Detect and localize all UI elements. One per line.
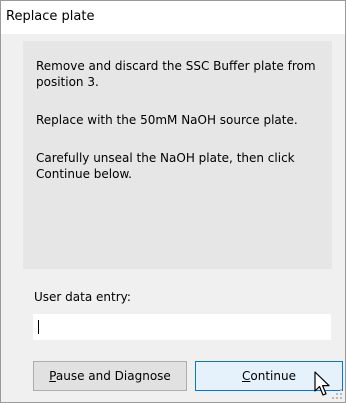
dialog-title: Replace plate bbox=[6, 9, 95, 24]
pause-and-diagnose-button[interactable]: Pause and Diagnose bbox=[33, 361, 187, 391]
continue-label: ontinue bbox=[250, 369, 296, 383]
arrow-cursor-icon bbox=[314, 371, 330, 396]
pause-mnemonic: P bbox=[49, 369, 56, 383]
instruction-line-replace: Replace with the 50mM NaOH source plate. bbox=[36, 113, 298, 127]
user-data-entry-input[interactable] bbox=[33, 314, 331, 340]
pause-label: ause and Diagnose bbox=[55, 369, 171, 383]
instruction-line-remove: Remove and discard the SSC Buffer plate … bbox=[36, 59, 316, 89]
resize-grip-icon[interactable] bbox=[331, 388, 343, 400]
instruction-panel: Remove and discard the SSC Buffer plate … bbox=[23, 41, 332, 269]
user-data-entry-label: User data entry: bbox=[34, 290, 131, 304]
replace-plate-dialog: Replace plate Remove and discard the SSC… bbox=[0, 0, 346, 403]
text-caret bbox=[38, 320, 39, 334]
title-bar[interactable]: Replace plate bbox=[1, 1, 345, 34]
instruction-line-unseal: Carefully unseal the NaOH plate, then cl… bbox=[36, 151, 295, 181]
